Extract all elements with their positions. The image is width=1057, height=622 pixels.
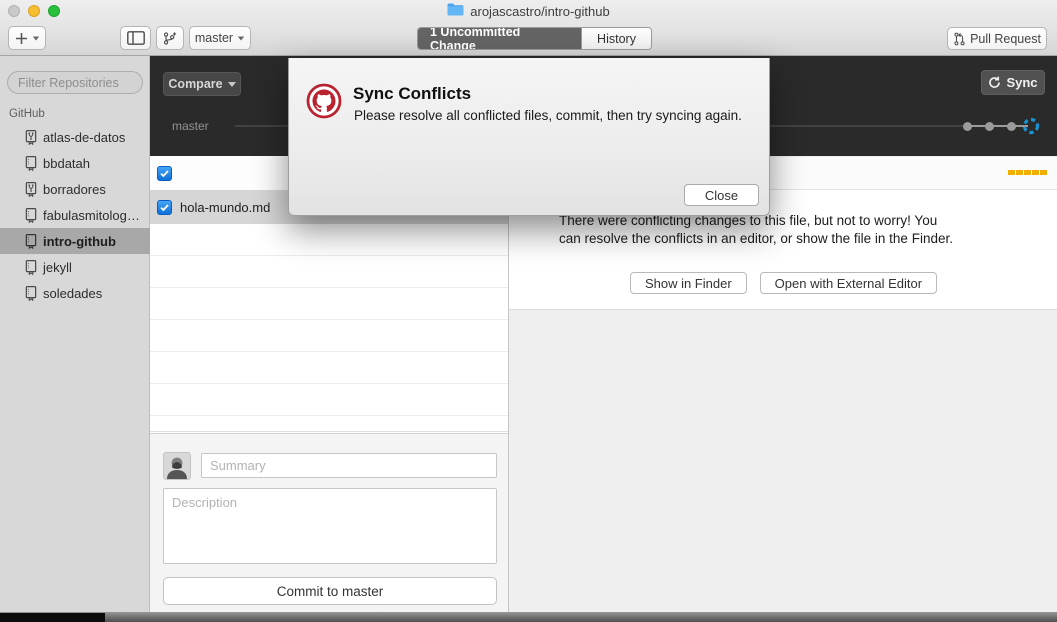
repo-name: fabulasmitolog… xyxy=(43,208,140,223)
sidebar-item-soledades[interactable]: soledades xyxy=(0,280,150,306)
repo-name: intro-github xyxy=(43,234,116,249)
commit-to-master-button[interactable]: Commit to master xyxy=(163,577,497,605)
file-name: hola-mundo.md xyxy=(180,200,270,215)
repo-forked-icon xyxy=(24,129,38,145)
plus-icon xyxy=(15,32,28,45)
commit-box: Commit to master xyxy=(150,433,508,612)
conflict-message: There were conflicting changes to this f… xyxy=(559,212,961,248)
diff-detail-panel: There were conflicting changes to this f… xyxy=(508,156,1057,612)
diffstat-block xyxy=(1040,170,1047,175)
filter-repositories-input[interactable] xyxy=(7,71,143,94)
sync-conflicts-dialog: Sync Conflicts Please resolve all confli… xyxy=(288,58,770,216)
graph-branch-label: master xyxy=(172,119,209,133)
select-all-checkbox[interactable] xyxy=(157,166,172,181)
window-title: arojascastro/intro-github xyxy=(470,4,609,19)
chevron-down-icon xyxy=(238,36,244,40)
commit-dot[interactable] xyxy=(985,122,994,131)
file-checkbox[interactable] xyxy=(157,200,172,215)
chevron-down-icon xyxy=(32,36,38,40)
check-icon xyxy=(159,202,170,213)
repo-icon xyxy=(24,285,38,301)
check-icon xyxy=(159,168,170,179)
sidebar-item-bbdatah[interactable]: bbdatah xyxy=(0,150,150,176)
window-bottom-edge xyxy=(0,612,1057,622)
window-title-area: arojascastro/intro-github xyxy=(0,3,1057,19)
open-with-external-editor-button[interactable]: Open with External Editor xyxy=(760,272,937,294)
repo-icon xyxy=(24,259,38,275)
background-element xyxy=(0,613,105,622)
repo-icon xyxy=(24,207,38,223)
chevron-down-icon xyxy=(228,82,236,87)
empty-list-row xyxy=(150,256,508,288)
commit-dot[interactable] xyxy=(1007,122,1016,131)
empty-list-row xyxy=(150,384,508,416)
repositories-sidebar: GitHub atlas-de-datos xyxy=(0,56,150,612)
sidebar-item-jekyll[interactable]: jekyll xyxy=(0,254,150,280)
diffstat-block xyxy=(1032,170,1039,175)
repo-icon xyxy=(24,233,38,249)
compare-button[interactable]: Compare xyxy=(163,72,241,96)
sync-button[interactable]: Sync xyxy=(981,70,1045,95)
folder-icon xyxy=(447,3,464,19)
empty-list-row xyxy=(150,416,508,432)
avatar xyxy=(163,452,191,480)
sidebar-section-github: GitHub xyxy=(9,108,45,120)
view-segmented-control: 1 Uncommitted Change History xyxy=(417,27,652,50)
sidebar-item-fabulasmitologicas[interactable]: fabulasmitolog… xyxy=(0,202,150,228)
git-branch-plus-icon xyxy=(163,31,177,46)
repo-name: jekyll xyxy=(43,260,72,275)
github-desktop-window: arojascastro/intro-github mas xyxy=(0,0,1057,622)
sidebar-item-atlas-de-datos[interactable]: atlas-de-datos xyxy=(0,124,150,150)
pull-request-label: Pull Request xyxy=(970,32,1041,46)
commit-dot[interactable] xyxy=(963,122,972,131)
empty-list-row xyxy=(150,352,508,384)
commit-graph-line-recent xyxy=(968,125,1028,127)
diffstat-block xyxy=(1008,170,1015,175)
toggle-sidebar-button[interactable] xyxy=(120,26,151,50)
tab-history[interactable]: History xyxy=(581,28,651,49)
sidebar-item-borradores[interactable]: borradores xyxy=(0,176,150,202)
dialog-message: Please resolve all conflicted files, com… xyxy=(354,107,766,125)
summary-input[interactable] xyxy=(201,453,497,478)
empty-list-row xyxy=(150,224,508,256)
github-logo-icon xyxy=(305,82,343,125)
sidebar-panel-icon xyxy=(127,31,145,45)
sidebar-item-intro-github[interactable]: intro-github xyxy=(0,228,150,254)
git-pull-request-icon xyxy=(953,32,966,46)
close-button[interactable]: Close xyxy=(684,184,759,206)
diffstat-block xyxy=(1024,170,1031,175)
description-textarea[interactable] xyxy=(163,488,497,564)
repo-forked-icon xyxy=(24,181,38,197)
dialog-title: Sync Conflicts xyxy=(353,84,471,104)
branch-selector-dropdown[interactable]: master xyxy=(189,26,251,50)
diffstat-block xyxy=(1016,170,1023,175)
repo-name: borradores xyxy=(43,182,106,197)
conflict-actions: Show in Finder Open with External Editor xyxy=(509,272,1057,294)
empty-list-row xyxy=(150,288,508,320)
sync-label: Sync xyxy=(1006,75,1037,90)
add-repository-button[interactable] xyxy=(8,26,46,50)
compare-label: Compare xyxy=(168,77,222,91)
repo-name: atlas-de-datos xyxy=(43,130,125,145)
repository-list: atlas-de-datos bbdatah xyxy=(0,124,150,306)
branch-selector-label: master xyxy=(195,31,233,45)
tab-uncommitted-changes[interactable]: 1 Uncommitted Change xyxy=(418,28,581,49)
repo-name: soledades xyxy=(43,286,102,301)
sync-spinner-icon xyxy=(1022,117,1040,140)
repo-icon xyxy=(24,155,38,171)
refresh-icon xyxy=(988,76,1001,89)
create-branch-button[interactable] xyxy=(156,26,184,50)
repo-name: bbdatah xyxy=(43,156,90,171)
show-in-finder-button[interactable]: Show in Finder xyxy=(630,272,747,294)
empty-list-row xyxy=(150,320,508,352)
titlebar-toolbar: arojascastro/intro-github mas xyxy=(0,0,1057,56)
pull-request-button[interactable]: Pull Request xyxy=(947,27,1047,50)
diffstat-blocks xyxy=(1008,170,1047,175)
